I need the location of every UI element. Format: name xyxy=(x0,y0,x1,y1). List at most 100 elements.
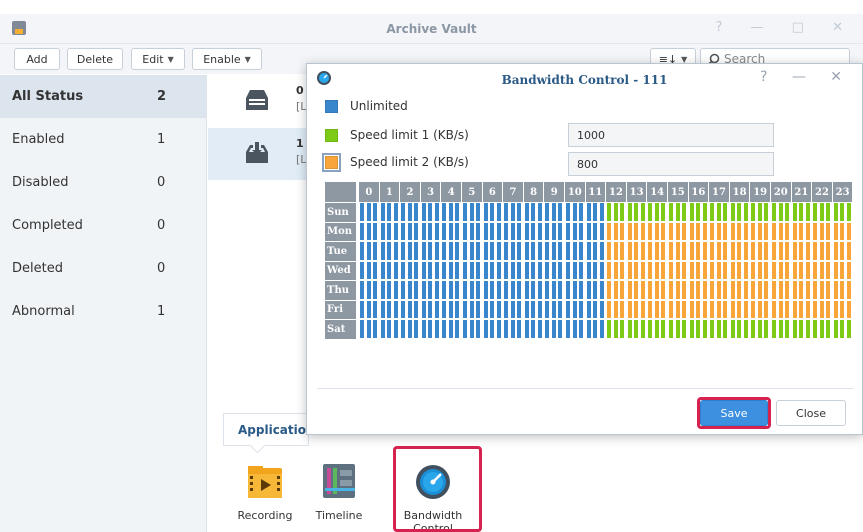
schedule-cell[interactable] xyxy=(572,203,577,221)
schedule-cell[interactable] xyxy=(393,320,398,338)
schedule-cell[interactable] xyxy=(442,281,447,299)
schedule-cell[interactable] xyxy=(723,300,728,318)
schedule-cell[interactable] xyxy=(469,242,474,260)
schedule-cell[interactable] xyxy=(819,320,824,338)
schedule-cell[interactable] xyxy=(682,242,686,260)
schedule-cell[interactable] xyxy=(846,320,851,338)
schedule-cell[interactable] xyxy=(716,281,721,299)
sidebar-item-disabled[interactable]: Disabled 0 xyxy=(0,161,207,204)
schedule-cell[interactable] xyxy=(689,242,694,260)
schedule-cell[interactable] xyxy=(360,222,364,240)
schedule-cell[interactable] xyxy=(407,320,412,338)
schedule-cell[interactable] xyxy=(510,320,515,338)
schedule-cell[interactable] xyxy=(675,320,680,338)
schedule-cell[interactable] xyxy=(421,300,426,318)
schedule-cell[interactable] xyxy=(702,203,707,221)
schedule-cell[interactable] xyxy=(469,261,474,279)
schedule-cell[interactable] xyxy=(675,261,680,279)
schedule-cell[interactable] xyxy=(414,242,419,260)
list-item[interactable]: 0 [L xyxy=(208,75,308,127)
schedule-cell[interactable] xyxy=(792,261,797,279)
tab-applications[interactable]: Applications xyxy=(223,414,322,446)
schedule-cell[interactable] xyxy=(840,242,845,260)
schedule-cell[interactable] xyxy=(607,242,612,260)
hour-header[interactable]: 16 xyxy=(688,182,709,202)
schedule-cell[interactable] xyxy=(599,281,604,299)
schedule-cell[interactable] xyxy=(675,242,680,260)
schedule-cell[interactable] xyxy=(757,222,762,240)
schedule-cell[interactable] xyxy=(579,242,583,260)
schedule-cell[interactable] xyxy=(360,320,364,338)
close-button[interactable]: Close xyxy=(776,400,846,426)
day-header[interactable]: Wed xyxy=(325,261,356,280)
schedule-cell[interactable] xyxy=(455,320,460,338)
schedule-cell[interactable] xyxy=(826,300,831,318)
schedule-cell[interactable] xyxy=(524,242,529,260)
schedule-cell[interactable] xyxy=(476,300,480,318)
schedule-cell[interactable] xyxy=(730,261,735,279)
speed-limit-1-field[interactable]: 1000 xyxy=(568,123,774,147)
schedule-cell[interactable] xyxy=(545,300,550,318)
schedule-cell[interactable] xyxy=(373,281,377,299)
schedule-cell[interactable] xyxy=(524,281,529,299)
schedule-cell[interactable] xyxy=(654,300,659,318)
schedule-cell[interactable] xyxy=(490,203,495,221)
schedule-cell[interactable] xyxy=(840,203,845,221)
schedule-cell[interactable] xyxy=(846,242,851,260)
schedule-cell[interactable] xyxy=(593,261,598,279)
schedule-cell[interactable] xyxy=(648,222,653,240)
schedule-cell[interactable] xyxy=(702,281,707,299)
schedule-cell[interactable] xyxy=(805,203,810,221)
schedule-cell[interactable] xyxy=(634,300,639,318)
schedule-cell[interactable] xyxy=(840,281,845,299)
schedule-cell[interactable] xyxy=(407,261,412,279)
schedule-cell[interactable] xyxy=(620,203,625,221)
schedule-cell[interactable] xyxy=(387,261,392,279)
schedule-cell[interactable] xyxy=(510,300,515,318)
schedule-cell[interactable] xyxy=(846,222,851,240)
schedule-cell[interactable] xyxy=(661,281,666,299)
schedule-cell[interactable] xyxy=(366,281,371,299)
schedule-cell[interactable] xyxy=(531,320,536,338)
schedule-cell[interactable] xyxy=(702,320,707,338)
schedule-cell[interactable] xyxy=(751,203,756,221)
schedule-cell[interactable] xyxy=(496,281,501,299)
schedule-cell[interactable] xyxy=(819,203,824,221)
schedule-cell[interactable] xyxy=(669,281,673,299)
schedule-cell[interactable] xyxy=(813,261,818,279)
schedule-cell[interactable] xyxy=(833,320,838,338)
schedule-cell[interactable] xyxy=(537,261,542,279)
schedule-cell[interactable] xyxy=(407,203,412,221)
schedule-cell[interactable] xyxy=(792,281,797,299)
schedule-cell[interactable] xyxy=(490,320,495,338)
schedule-cell[interactable] xyxy=(545,281,550,299)
schedule-cell[interactable] xyxy=(772,242,776,260)
schedule-cell[interactable] xyxy=(710,242,715,260)
schedule-cell[interactable] xyxy=(757,242,762,260)
schedule-cell[interactable] xyxy=(380,320,385,338)
schedule-cell[interactable] xyxy=(401,222,406,240)
schedule-cell[interactable] xyxy=(833,281,838,299)
app-timeline[interactable]: Timeline xyxy=(304,462,374,522)
schedule-cell[interactable] xyxy=(463,320,467,338)
schedule-cell[interactable] xyxy=(689,261,694,279)
schedule-cell[interactable] xyxy=(613,242,618,260)
schedule-cell[interactable] xyxy=(833,261,838,279)
schedule-cell[interactable] xyxy=(551,281,556,299)
schedule-cell[interactable] xyxy=(772,320,776,338)
schedule-cell[interactable] xyxy=(669,203,673,221)
schedule-cell[interactable] xyxy=(792,203,797,221)
schedule-cell[interactable] xyxy=(669,300,673,318)
sidebar-item-abnormal[interactable]: Abnormal 1 xyxy=(0,290,207,333)
schedule-cell[interactable] xyxy=(558,281,563,299)
schedule-cell[interactable] xyxy=(442,222,447,240)
schedule-cell[interactable] xyxy=(380,281,385,299)
schedule-cell[interactable] xyxy=(490,222,495,240)
schedule-cell[interactable] xyxy=(723,261,728,279)
hour-header[interactable]: 15 xyxy=(668,182,688,202)
schedule-cell[interactable] xyxy=(551,203,556,221)
schedule-cell[interactable] xyxy=(414,261,419,279)
schedule-cell[interactable] xyxy=(531,281,536,299)
schedule-cell[interactable] xyxy=(366,242,371,260)
schedule-cell[interactable] xyxy=(558,203,563,221)
